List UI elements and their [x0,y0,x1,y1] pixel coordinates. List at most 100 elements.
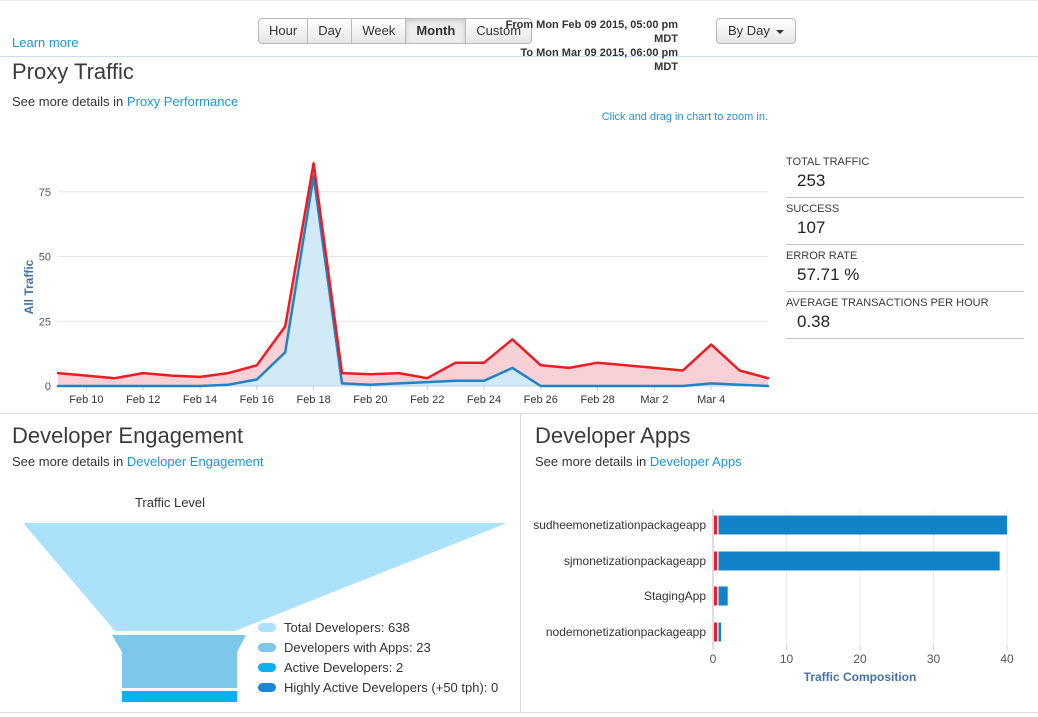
y-tick-label: 50 [39,252,51,264]
legend-swatch [258,623,276,632]
x-axis-title: Traffic Composition [804,670,917,684]
x-tick-label: Feb 26 [524,394,558,406]
stat-total-traffic: TOTAL TRAFFIC 253 [786,151,1024,198]
funnel-stage-active-developers [122,691,237,702]
error-bar [714,623,717,642]
developer-engagement-title: Developer Engagement [12,423,243,449]
date-range: From Mon Feb 09 2015, 05:00 pm MDT To Mo… [495,18,678,74]
developer-apps-link[interactable]: Developer Apps [650,454,742,469]
error-bar [714,552,717,571]
x-tick-label: 0 [710,652,717,666]
date-to-text: To Mon Mar 09 2015, 06:00 pm MDT [495,46,678,74]
stat-label: TOTAL TRAFFIC [786,156,1024,168]
legend-item[interactable]: Total Developers: 638 [258,617,498,637]
stat-success: SUCCESS 107 [786,198,1024,245]
x-tick-label: 30 [927,652,941,666]
traffic-line [58,163,768,378]
traffic-bar [719,587,728,606]
legend-swatch [258,663,276,672]
x-tick-label: Feb 12 [126,394,160,406]
app-label: nodemonetizationpackageapp [546,625,706,639]
range-button-day[interactable]: Day [308,18,352,44]
funnel-title: Traffic Level [15,495,325,510]
x-tick-label: Feb 28 [580,394,614,406]
funnel-stage-total-developers [23,523,507,631]
traffic-area [58,163,768,386]
y-tick-label: 75 [39,187,51,199]
app-label: StagingApp [644,589,706,603]
x-tick-label: 10 [780,652,794,666]
developer-engagement-subtitle: See more details in Developer Engagement [12,454,264,469]
proxy-traffic-title: Proxy Traffic [12,59,134,85]
traffic-bar [719,552,1000,571]
app-label: sjmonetizationpackageapp [564,554,706,568]
x-tick-label: Feb 18 [296,394,330,406]
legend-item[interactable]: Developers with Apps: 23 [258,637,498,657]
subtitle-text: See more details in [535,454,650,469]
developer-apps-title: Developer Apps [535,423,690,449]
funnel-legend: Total Developers: 638 Developers with App… [258,617,498,697]
legend-label: Total Developers: 638 [284,620,410,635]
x-tick-label: Mar 2 [640,394,668,406]
vertical-divider [520,413,521,712]
legend-label: Active Developers: 2 [284,660,403,675]
group-by-dropdown[interactable]: By Day [716,18,796,44]
subtitle-text: See more details in [12,454,127,469]
proxy-performance-link[interactable]: Proxy Performance [127,94,238,109]
caret-down-icon [776,30,784,34]
stat-value: 57.71 % [786,265,1024,285]
error-bar [714,516,717,535]
traffic-bar [719,623,722,642]
x-tick-label: Feb 20 [353,394,387,406]
toolbar: Learn more HourDayWeekMonthCustom From M… [0,1,1038,57]
x-tick-label: Feb 22 [410,394,444,406]
stat-average-transactions-per-hour: AVERAGE TRANSACTIONS PER HOUR 0.38 [786,292,1024,339]
developer-apps-subtitle: See more details in Developer Apps [535,454,742,469]
group-by-label: By Day [728,23,770,38]
legend-swatch [258,683,276,692]
legend-item[interactable]: Active Developers: 2 [258,657,498,677]
legend-label: Highly Active Developers (+50 tph): 0 [284,680,498,695]
legend-item[interactable]: Highly Active Developers (+50 tph): 0 [258,677,498,697]
zoom-hint: Click and drag in chart to zoom in. [520,111,768,123]
traffic-bar [719,516,1008,535]
x-tick-label: 20 [853,652,867,666]
stat-label: SUCCESS [786,203,1024,215]
success-line [58,176,768,386]
success-area [58,176,768,386]
y-tick-label: 0 [45,381,51,393]
bottom-divider [0,712,1038,713]
range-button-hour[interactable]: Hour [258,18,308,44]
proxy-traffic-chart[interactable]: 0 25 50 75 Feb 10 Feb 12 Feb 14 Feb 16 Feb 18 Feb… [20,137,782,409]
stat-label: ERROR RATE [786,250,1024,262]
x-tick-label: Feb 10 [69,394,103,406]
error-bar [714,587,717,606]
range-button-week[interactable]: Week [352,18,406,44]
x-tick-label: Mar 4 [697,394,725,406]
analytics-dashboard: Learn more HourDayWeekMonthCustom From M… [0,0,1038,717]
y-axis-title: All Traffic [22,259,36,314]
x-tick-label: Feb 16 [240,394,274,406]
traffic-stats-panel: TOTAL TRAFFIC 253 SUCCESS 107 ERROR RATE 57.7… [786,151,1024,339]
section-divider [0,413,1038,414]
y-tick-label: 25 [39,316,51,328]
range-button-month[interactable]: Month [406,18,466,44]
funnel-stage-developers-with-apps [112,635,246,688]
date-from-text: From Mon Feb 09 2015, 05:00 pm MDT [495,18,678,46]
stat-value: 107 [786,218,1024,238]
stat-value: 0.38 [786,312,1024,332]
subtitle-text: See more details in [12,94,127,109]
range-button-group: HourDayWeekMonthCustom [258,18,532,44]
proxy-traffic-subtitle: See more details in Proxy Performance [12,94,238,109]
stat-label: AVERAGE TRANSACTIONS PER HOUR [786,297,1024,309]
stat-error-rate: ERROR RATE 57.71 % [786,245,1024,292]
developer-engagement-link[interactable]: Developer Engagement [127,454,264,469]
legend-label: Developers with Apps: 23 [284,640,431,655]
x-tick-label: Feb 24 [467,394,501,406]
developer-apps-chart: 010203040sudheemonetizationpackageappsjm… [528,501,1033,691]
learn-more-link[interactable]: Learn more [12,35,78,50]
x-tick-label: Feb 14 [183,394,217,406]
legend-swatch [258,643,276,652]
stat-value: 253 [786,171,1024,191]
app-label: sudheemonetizationpackageapp [533,518,706,532]
